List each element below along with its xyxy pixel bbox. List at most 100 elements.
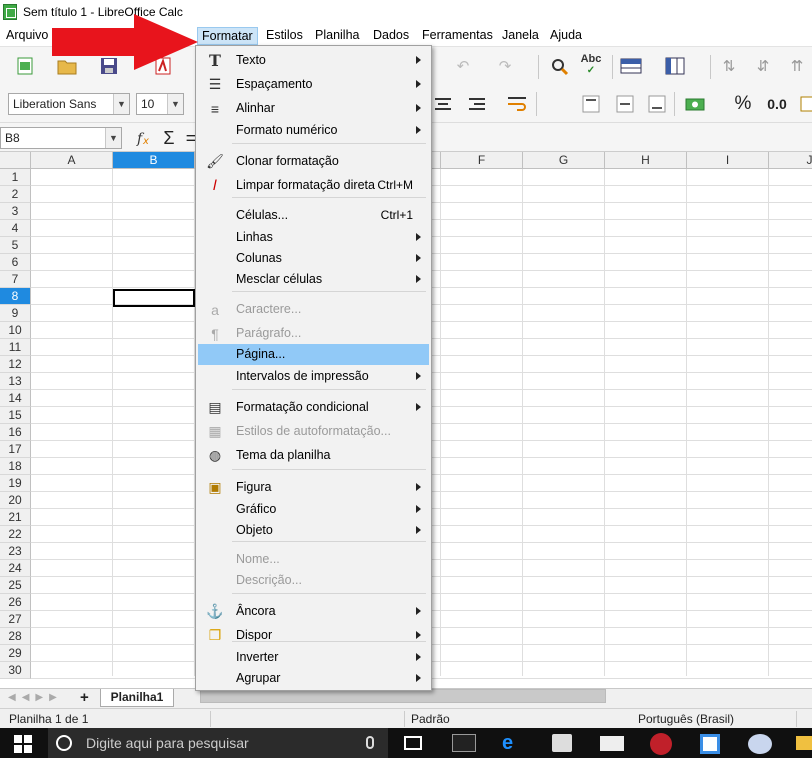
column-header[interactable]: G xyxy=(523,152,605,169)
page-style[interactable]: Padrão xyxy=(411,712,450,726)
column-header[interactable]: H xyxy=(605,152,687,169)
row-header[interactable]: 6 xyxy=(0,254,31,271)
percent-format-icon[interactable]: % xyxy=(732,93,754,115)
row-header[interactable]: 29 xyxy=(0,645,31,662)
font-name-combo[interactable]: Liberation Sans ▼ xyxy=(8,93,130,115)
store-icon[interactable] xyxy=(552,734,572,752)
row-header[interactable]: 21 xyxy=(0,509,31,526)
menu-arquivo[interactable]: Arquivo xyxy=(2,27,52,45)
format-menu-item[interactable]: Agrupar xyxy=(198,668,429,689)
row-header[interactable]: 28 xyxy=(0,628,31,645)
row-header[interactable]: 17 xyxy=(0,441,31,458)
menu-planilha[interactable]: Planilha xyxy=(311,27,363,45)
align-top-icon[interactable] xyxy=(580,93,602,115)
format-menu-item[interactable]: ▤ Formatação condicional xyxy=(198,397,429,418)
undo-icon[interactable]: ↶ xyxy=(452,55,474,77)
format-menu-item[interactable]: ❐ Dispor xyxy=(198,625,429,646)
row-header[interactable]: 14 xyxy=(0,390,31,407)
add-sheet-button[interactable]: + xyxy=(80,689,89,706)
find-replace-icon[interactable] xyxy=(548,55,570,77)
format-menu-item[interactable]: Células... Ctrl+1 xyxy=(198,205,429,226)
row-header[interactable]: 30 xyxy=(0,662,31,679)
menu-ajuda[interactable]: Ajuda xyxy=(546,27,586,45)
sum-icon[interactable]: Σ xyxy=(158,127,180,149)
row-header[interactable]: 13 xyxy=(0,373,31,390)
horizontal-scrollbar[interactable] xyxy=(200,689,606,703)
format-menu-item[interactable]: 𝐼 Limpar formatação direta Ctrl+M xyxy=(198,175,429,196)
taskbar-search-box[interactable]: Digite aqui para pesquisar xyxy=(48,728,388,758)
format-menu-item[interactable]: Linhas xyxy=(198,227,429,248)
row-header[interactable]: 18 xyxy=(0,458,31,475)
row-header[interactable]: 1 xyxy=(0,169,31,186)
font-size-combo[interactable]: 10 ▼ xyxy=(136,93,184,115)
add-decimal-icon[interactable] xyxy=(796,93,812,115)
terminal-icon[interactable] xyxy=(452,734,476,752)
row-header[interactable]: 11 xyxy=(0,339,31,356)
align-right-icon[interactable] xyxy=(466,93,488,115)
menu-dados[interactable]: Dados xyxy=(369,27,413,45)
menu-formatar[interactable]: Formatar xyxy=(197,27,258,45)
align-center-icon[interactable] xyxy=(432,93,454,115)
windows-start-icon[interactable] xyxy=(14,735,32,756)
column-header[interactable]: J xyxy=(769,152,812,169)
column-header[interactable]: I xyxy=(687,152,769,169)
format-menu-item[interactable]: Colunas xyxy=(198,248,429,269)
app-icon[interactable] xyxy=(700,734,720,754)
row-header[interactable]: 19 xyxy=(0,475,31,492)
edge-browser-icon[interactable]: e xyxy=(502,732,513,755)
row-icon[interactable] xyxy=(620,55,642,77)
currency-icon[interactable] xyxy=(684,93,706,115)
row-header[interactable]: 27 xyxy=(0,611,31,628)
wrap-text-icon[interactable] xyxy=(506,93,528,115)
format-menu-item[interactable]: Gráfico xyxy=(198,499,429,520)
format-menu-item[interactable]: Página... xyxy=(198,344,429,365)
format-menu-item[interactable]: Intervalos de impressão xyxy=(198,366,429,387)
format-menu-item[interactable]: ☰ Espaçamento xyxy=(198,74,429,95)
mail-icon[interactable] xyxy=(600,736,624,751)
row-header[interactable]: 9 xyxy=(0,305,31,322)
select-all-corner[interactable] xyxy=(0,152,31,169)
sort-ascending-icon[interactable]: ⇅ xyxy=(718,55,740,77)
chevron-down-icon[interactable]: ▼ xyxy=(105,128,121,148)
row-header[interactable]: 12 xyxy=(0,356,31,373)
row-header[interactable]: 24 xyxy=(0,560,31,577)
align-bottom-icon[interactable] xyxy=(646,93,668,115)
media-app-icon[interactable] xyxy=(650,733,672,755)
row-header[interactable]: 16 xyxy=(0,424,31,441)
row-header[interactable]: 10 xyxy=(0,322,31,339)
row-header[interactable]: 25 xyxy=(0,577,31,594)
row-header[interactable]: 26 xyxy=(0,594,31,611)
file-explorer-icon[interactable] xyxy=(796,736,812,750)
column-header[interactable]: F xyxy=(441,152,523,169)
menu-estilos[interactable]: Estilos xyxy=(262,27,307,45)
format-menu-item[interactable]: ≡ Alinhar xyxy=(198,98,429,119)
format-menu-item[interactable]: ⚓ Âncora xyxy=(198,601,429,622)
row-header[interactable]: 7 xyxy=(0,271,31,288)
row-header[interactable]: 22 xyxy=(0,526,31,543)
row-header[interactable]: 8 xyxy=(0,288,31,305)
new-document-icon[interactable] xyxy=(14,55,36,77)
paint-icon[interactable] xyxy=(748,734,772,754)
row-header[interactable]: 4 xyxy=(0,220,31,237)
redo-icon[interactable]: ↷ xyxy=(494,55,516,77)
row-header[interactable]: 23 xyxy=(0,543,31,560)
sheet-tab-active[interactable]: Planilha1 xyxy=(100,689,174,707)
format-menu-item[interactable]: Mesclar células xyxy=(198,269,429,290)
format-menu-item[interactable]: Formato numérico xyxy=(198,120,429,141)
format-menu-item[interactable]: T Texto xyxy=(198,50,429,71)
format-menu-item[interactable]: Inverter xyxy=(198,647,429,668)
microphone-icon[interactable] xyxy=(366,736,374,749)
format-menu-item[interactable]: 🖌 Clonar formatação xyxy=(198,151,429,172)
autofilter-icon[interactable]: ⇈ xyxy=(786,55,808,77)
name-box[interactable]: B8 ▼ xyxy=(0,127,122,149)
menu-janela[interactable]: Janela xyxy=(498,27,543,45)
sheet-nav-arrows-icon[interactable]: ◀◀▶▶ xyxy=(8,692,63,703)
language-status[interactable]: Português (Brasil) xyxy=(638,712,734,726)
row-header[interactable]: 15 xyxy=(0,407,31,424)
row-header[interactable]: 20 xyxy=(0,492,31,509)
format-menu-item[interactable]: ▣ Figura xyxy=(198,477,429,498)
menu-ferramentas[interactable]: Ferramentas xyxy=(418,27,497,45)
function-wizard-icon[interactable]: fx xyxy=(134,127,156,149)
format-menu-item[interactable]: ◍ Tema da planilha xyxy=(198,445,429,466)
column-header[interactable]: A xyxy=(31,152,113,169)
